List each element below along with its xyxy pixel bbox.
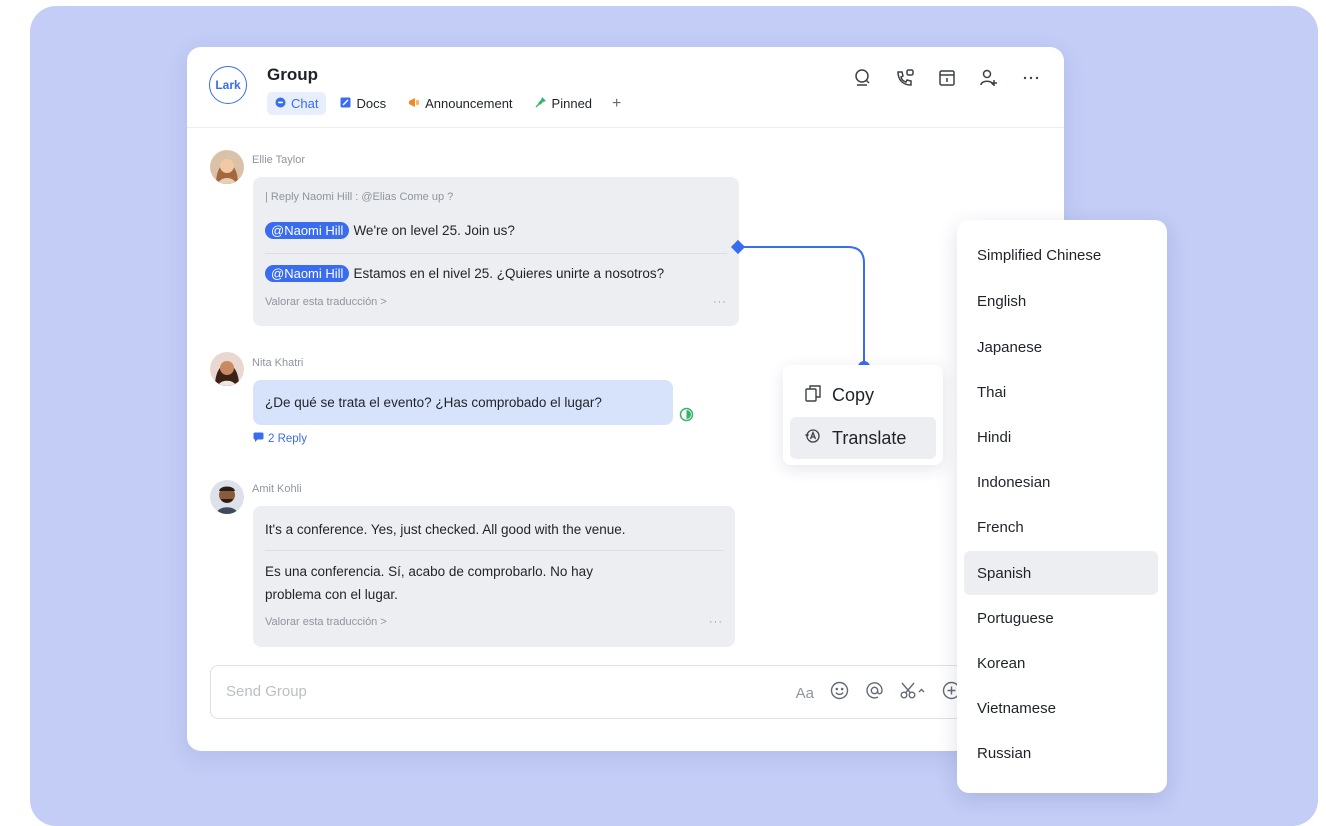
language-option[interactable]: Vietnamese bbox=[964, 686, 1158, 730]
context-menu: Copy Translate bbox=[783, 365, 943, 465]
tab-announcement[interactable]: Announcement bbox=[400, 92, 520, 115]
menu-item-label: Copy bbox=[832, 384, 875, 405]
translation-body: Estamos en el nivel 25. ¿Quieres unirte … bbox=[353, 266, 665, 281]
tab-docs[interactable]: Docs bbox=[332, 92, 394, 115]
text-format-icon[interactable]: Aa bbox=[796, 685, 814, 702]
language-option[interactable]: Simplified Chinese bbox=[964, 233, 1158, 277]
calendar-icon[interactable] bbox=[936, 67, 958, 89]
tab-label: Docs bbox=[356, 96, 387, 111]
message-body: ¿De qué se trata el evento? ¿Has comprob… bbox=[265, 395, 602, 410]
rate-translation-link[interactable]: Valorar esta traducción > bbox=[265, 296, 387, 308]
avatar[interactable] bbox=[210, 150, 244, 184]
mention-tag[interactable]: @Naomi Hill bbox=[265, 265, 350, 282]
message-bubble[interactable]: ¿De qué se trata el evento? ¿Has comprob… bbox=[253, 380, 673, 425]
mention-icon[interactable] bbox=[865, 681, 884, 705]
message-body: We're on level 25. Join us? bbox=[353, 223, 515, 238]
scissors-icon[interactable] bbox=[900, 681, 926, 705]
megaphone-icon bbox=[408, 96, 420, 111]
message-bubble[interactable]: It's a conference. Yes, just checked. Al… bbox=[253, 506, 735, 647]
reply-count-link[interactable]: 2 Reply bbox=[253, 432, 307, 445]
language-option[interactable]: Thai bbox=[964, 370, 1158, 414]
language-option-selected[interactable]: Spanish bbox=[964, 551, 1158, 595]
sender-name: Amit Kohli bbox=[252, 483, 302, 495]
chat-bubble-icon bbox=[275, 96, 286, 111]
tab-label: Announcement bbox=[425, 96, 513, 111]
translation-line: Es una conferencia. Sí, acabo de comprob… bbox=[265, 564, 593, 579]
header-actions bbox=[852, 67, 1042, 89]
docs-icon bbox=[340, 96, 351, 111]
menu-item-label: Translate bbox=[832, 427, 907, 448]
language-option[interactable]: French bbox=[964, 505, 1158, 549]
translate-menu-item[interactable]: Translate bbox=[790, 417, 936, 459]
tab-label: Pinned bbox=[551, 96, 593, 111]
reply-icon bbox=[253, 432, 264, 445]
rate-translation-link[interactable]: Valorar esta traducción > bbox=[265, 616, 387, 628]
mention-tag[interactable]: @Naomi Hill bbox=[265, 222, 350, 239]
pin-icon bbox=[535, 96, 547, 111]
sender-name: Ellie Taylor bbox=[252, 154, 305, 166]
composer-placeholder: Send Group bbox=[226, 683, 307, 700]
reply-quote: | Reply Naomi Hill : @Elias Come up ? bbox=[265, 191, 454, 203]
language-menu: Simplified Chinese English Japanese Thai… bbox=[957, 220, 1167, 793]
language-option[interactable]: Hindi bbox=[964, 415, 1158, 459]
tab-label: Chat bbox=[291, 96, 319, 111]
tab-bar: Chat Docs Announcement Pinned + bbox=[267, 92, 627, 115]
more-icon[interactable] bbox=[1020, 67, 1042, 89]
message-bubble[interactable]: | Reply Naomi Hill : @Elias Come up ? @N… bbox=[253, 177, 739, 326]
language-option[interactable]: Japanese bbox=[964, 325, 1158, 369]
emoji-icon[interactable] bbox=[830, 681, 849, 705]
message-text: @Naomi Hill We're on level 25. Join us? bbox=[265, 222, 515, 239]
tab-chat[interactable]: Chat bbox=[267, 92, 327, 115]
translate-icon bbox=[804, 427, 822, 450]
copy-menu-item[interactable]: Copy bbox=[790, 374, 936, 416]
add-member-icon[interactable] bbox=[978, 67, 1000, 89]
copy-icon bbox=[804, 384, 822, 407]
message-composer[interactable]: Send Group Aa bbox=[210, 665, 970, 719]
language-option[interactable]: Korean bbox=[964, 641, 1158, 685]
more-options-icon[interactable]: ··· bbox=[713, 296, 727, 308]
tab-pinned[interactable]: Pinned bbox=[527, 92, 600, 115]
avatar[interactable] bbox=[210, 352, 244, 386]
sender-name: Nita Khatri bbox=[252, 357, 304, 369]
chat-header: Lark Group Chat Docs Announcement Pinned… bbox=[187, 47, 1064, 128]
avatar[interactable] bbox=[210, 480, 244, 514]
search-icon[interactable] bbox=[852, 67, 874, 89]
translation-divider bbox=[265, 550, 723, 551]
lark-logo: Lark bbox=[209, 66, 247, 104]
logo-text: Lark bbox=[215, 78, 241, 92]
translation-text: @Naomi Hill Estamos en el nivel 25. ¿Quie… bbox=[265, 265, 664, 282]
reply-count-label: 2 Reply bbox=[268, 432, 307, 445]
translation-divider bbox=[265, 253, 727, 254]
phone-icon[interactable] bbox=[894, 67, 916, 89]
message-body: It's a conference. Yes, just checked. Al… bbox=[265, 522, 626, 537]
add-tab-button[interactable]: + bbox=[606, 95, 627, 113]
language-option[interactable]: Russian bbox=[964, 731, 1158, 775]
language-option[interactable]: Indonesian bbox=[964, 460, 1158, 504]
language-option[interactable]: Portuguese bbox=[964, 596, 1158, 640]
language-option[interactable]: English bbox=[964, 279, 1158, 323]
group-title: Group bbox=[267, 65, 318, 84]
more-options-icon[interactable]: ··· bbox=[709, 616, 723, 628]
composer-tools: Aa bbox=[796, 681, 961, 705]
read-status-icon bbox=[679, 407, 694, 427]
translation-line: problema con el lugar. bbox=[265, 587, 398, 602]
